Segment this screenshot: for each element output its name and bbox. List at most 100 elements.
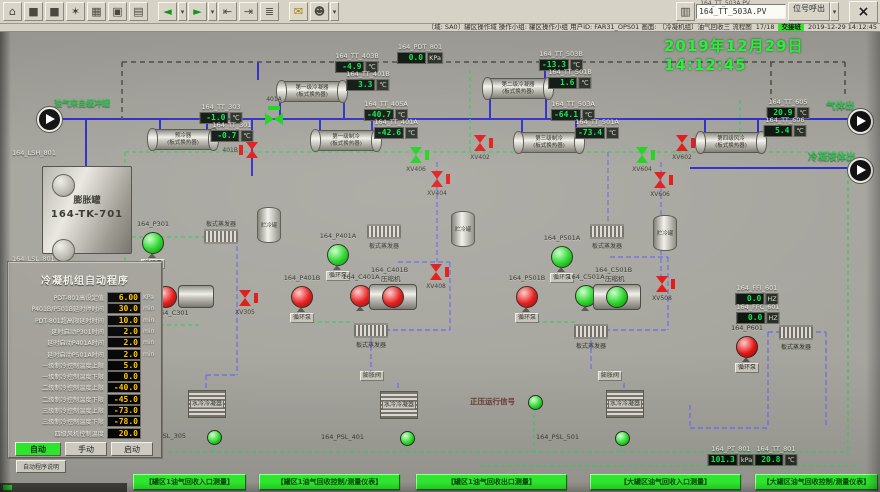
program-row-value[interactable]: 2.0	[107, 337, 141, 348]
transmitter-164_PDT_801[interactable]: 164_PDT_8010.0KPa	[397, 44, 443, 64]
program-row-value[interactable]: 10.0	[107, 315, 141, 326]
transmitter-tag-label: 164_PT_801	[708, 446, 754, 453]
chevron-down-icon[interactable]: ▾	[208, 2, 217, 21]
transmitter-164_TT_501A[interactable]: 164_TT_501A-73.4℃	[575, 119, 619, 139]
program-row-value[interactable]: 0.0	[107, 371, 141, 382]
image-icon[interactable]: ▦	[87, 2, 106, 21]
close-icon[interactable]: ×	[849, 1, 878, 23]
nav-button-5[interactable]: 【大罐区油气回收控制/测量仪表】	[755, 474, 878, 490]
transmitter-164_TT_401A[interactable]: 164_TT_401A-42.6℃	[374, 119, 418, 139]
menu-list-icon[interactable]: ▤	[129, 2, 148, 21]
evaporator-label: 板式蒸发器	[592, 241, 622, 250]
transmitter-value-row: -73.4℃	[575, 127, 619, 139]
transmitter-164_TT_301[interactable]: 164_TT_301-0.7℃	[211, 122, 254, 142]
transmitter-tag-label: 164_TT_301	[211, 122, 254, 129]
program-row-value[interactable]: 2.0	[107, 326, 141, 337]
exchanger-label: (板式换热器)	[518, 143, 580, 150]
valve-body	[654, 180, 666, 188]
program-row: 二级制冷控制温度下限-45.0	[12, 394, 158, 405]
transmitter-164_TT_606[interactable]: 164_TT_6065.4℃	[764, 117, 807, 137]
program-row-value[interactable]: -78.0	[107, 416, 141, 427]
program-row-label: PDT-801超高限延时时间	[12, 316, 107, 325]
transmitter-tag-label: 164_TT_303	[200, 104, 243, 111]
transmitter-164_TT_401B[interactable]: 164_TT_401B3.3℃	[346, 71, 390, 91]
home-icon[interactable]: ⌂	[3, 2, 22, 21]
pump-tag: 164_C501B	[595, 267, 632, 274]
gas-out-arrow-icon	[848, 109, 873, 134]
pump-sublabel: 循环泵	[515, 313, 539, 323]
program-row-value[interactable]: 20.0	[107, 428, 141, 439]
transmitter-unit: ℃	[794, 125, 807, 137]
chevron-down-icon[interactable]: ▾	[330, 2, 339, 21]
nav-button-3[interactable]: 【罐区1油气回收出口测量】	[416, 474, 567, 490]
nav-button-2[interactable]: 【罐区1油气回收控制/测量仪表】	[259, 474, 400, 490]
forward-icon[interactable]: ►	[188, 2, 207, 21]
nav-button-4[interactable]: 【大罐区油气回收入口测量】	[590, 474, 741, 490]
nav-button-1[interactable]: 【罐区1油气回收入口测量】	[133, 474, 246, 490]
transmitter-value: 101.3	[708, 454, 738, 466]
transmitter-unit: ℃	[241, 130, 254, 142]
mode-button-manual[interactable]: 手动	[65, 442, 107, 456]
valve-label: XV404	[427, 190, 447, 197]
mode-button-start[interactable]: 启动	[111, 442, 153, 456]
program-note-button[interactable]: 自动程序说明	[16, 460, 66, 473]
back-icon[interactable]: ◄	[158, 2, 177, 21]
expansion-valve-box: 膨胀阀	[360, 371, 384, 381]
valve-actuator	[445, 267, 449, 277]
valve-label: XV602	[672, 154, 692, 161]
exchanger-label: 预冷器	[152, 130, 214, 140]
transmitter-164_FFC_601[interactable]: 164_FFC_6010.0HZ	[736, 304, 779, 324]
transmitter-value: -73.4	[575, 127, 605, 139]
pump-pedestal	[297, 307, 305, 312]
page-prev-icon[interactable]: ⇤	[218, 2, 237, 21]
message-icon[interactable]: ✉	[289, 2, 308, 21]
plate-evaporator	[779, 325, 813, 340]
compressor-label: 压缩机	[605, 276, 625, 283]
program-row-value[interactable]: 6.00	[107, 292, 141, 303]
transmitter-unit: ℃	[578, 77, 591, 89]
graphics-icon[interactable]: ✶	[66, 2, 85, 21]
chevron-down-icon[interactable]: ▾	[178, 2, 187, 21]
display-2-icon[interactable]: ■	[45, 2, 64, 21]
print-icon[interactable]: ▥	[676, 2, 695, 21]
valve-body	[430, 272, 442, 280]
plate-evaporator	[367, 224, 401, 239]
valve-label: XV305	[235, 309, 255, 316]
program-row-value[interactable]: 2.0	[107, 349, 141, 360]
pressure-signal-label: 正压运行信号	[470, 396, 515, 407]
program-row-value[interactable]: 30.0	[107, 303, 141, 314]
program-row-value[interactable]: -40.0	[107, 382, 141, 393]
valve-actuator	[446, 174, 450, 184]
taskbar-indicator	[3, 485, 12, 490]
transmitter-164_FFI_601[interactable]: 164_FFI_6010.0HZ	[735, 285, 778, 305]
tag-callup-button[interactable]: 位号呼出	[788, 2, 830, 21]
program-row-value[interactable]: 5.0	[107, 360, 141, 371]
chevron-down-icon[interactable]: ▾	[830, 2, 839, 21]
pump-tag: 164_P301	[137, 221, 169, 228]
status-info: 〔域: SA0〕罐区操作域 操作小组: 罐区操作小组 用户ID: FAR31_O…	[428, 24, 752, 31]
transmitter-164_PT_801[interactable]: 164_PT_801101.3kPa	[708, 446, 754, 466]
psl-401-indicator	[400, 431, 415, 446]
window-select-icon[interactable]: ▣	[108, 2, 127, 21]
transmitter-unit: HZ	[766, 312, 779, 324]
transmitter-tag-label: 164_FFC_601	[736, 304, 779, 311]
program-row: 一级制冷控制温度下限0.0	[12, 371, 158, 382]
program-row-unit: min	[141, 351, 158, 358]
valve-actuator	[254, 293, 258, 303]
program-row: 四级风机控制温度20.0	[12, 428, 158, 439]
valve-body	[636, 147, 648, 155]
report-icon[interactable]: ≣	[260, 2, 279, 21]
plate-evaporator	[574, 324, 608, 339]
pump-sublabel: 循环泵	[290, 313, 314, 323]
mode-button-auto[interactable]: 自动	[15, 442, 61, 456]
transmitter-164_TT_801[interactable]: 164_TT_80120.8℃	[755, 446, 798, 466]
operator-icon[interactable]: ☻	[310, 2, 329, 21]
page-next-icon[interactable]: ⇥	[239, 2, 258, 21]
program-row-value[interactable]: -73.0	[107, 405, 141, 416]
display-1-icon[interactable]: ■	[24, 2, 43, 21]
evaporator-label: 板式蒸发器	[356, 340, 386, 349]
status-badge: 交接班	[778, 24, 804, 31]
program-row-value[interactable]: -45.0	[107, 394, 141, 405]
plate-heat-exchanger: 第一级制冷(板式换热器)	[314, 130, 378, 151]
transmitter-164_TT_501B[interactable]: 164_TT_501B1.6℃	[548, 69, 592, 89]
